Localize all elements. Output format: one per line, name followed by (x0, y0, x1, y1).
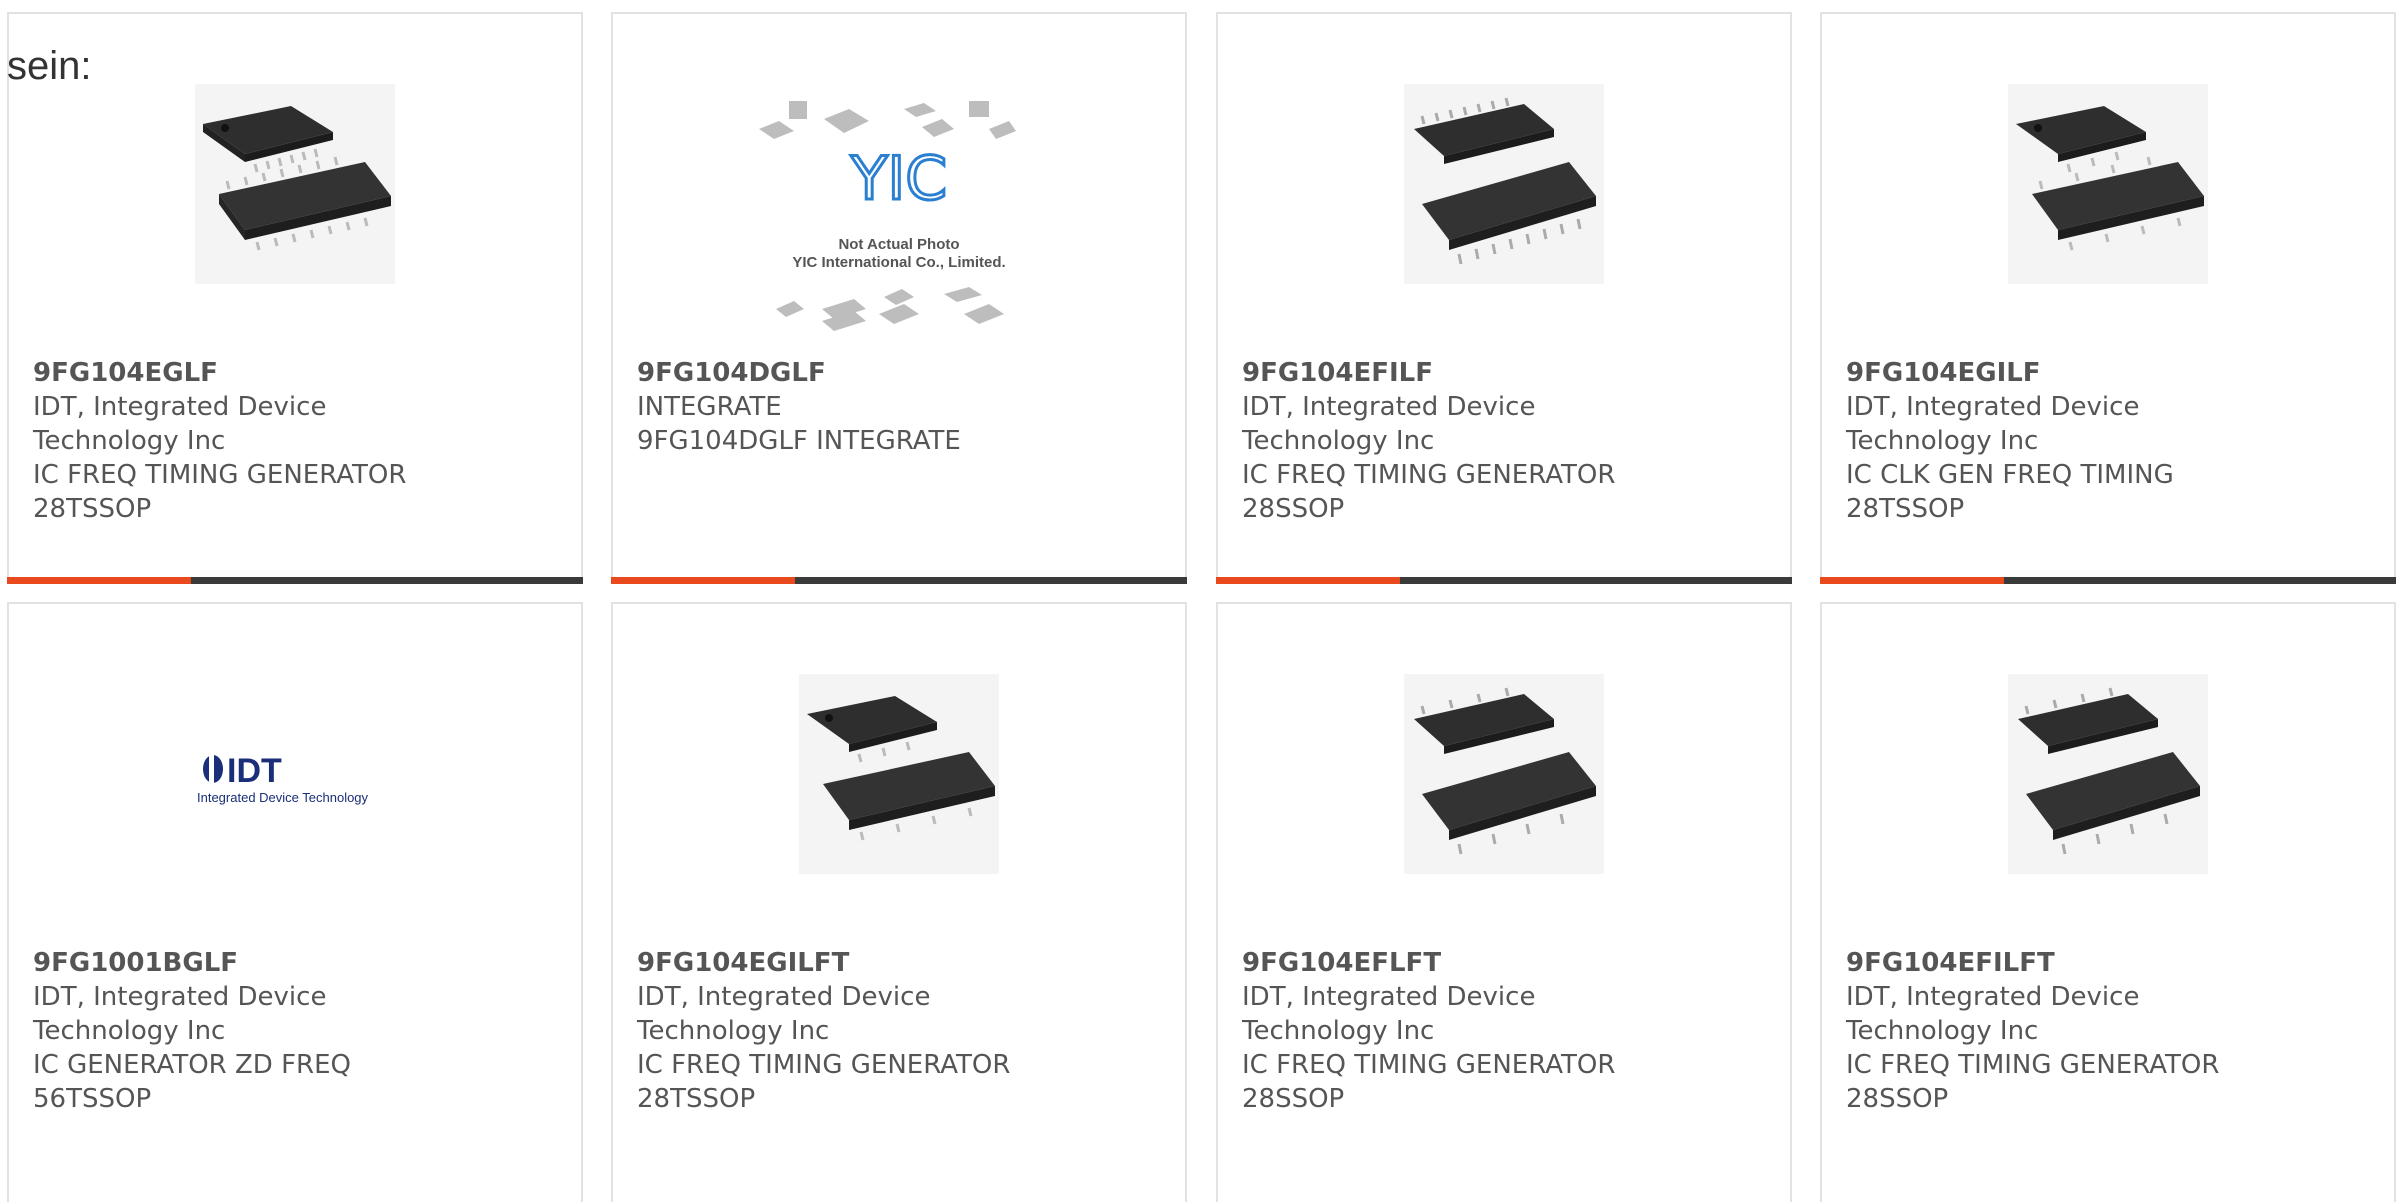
chip-image (2008, 674, 2208, 874)
manufacturer: IDT, Integrated Device Technology Inc (1242, 982, 1536, 1046)
product-image-chip[interactable] (799, 674, 999, 874)
product-image-logo[interactable]: IDT Integrated Device Technology (195, 674, 395, 874)
part-number-link[interactable]: 9FG104EFLFT (1242, 946, 1662, 980)
manufacturer: IDT, Integrated Device Technology Inc (1242, 392, 1536, 456)
manufacturer: IDT, Integrated Device Technology Inc (33, 392, 327, 456)
part-number-link[interactable]: 9FG104EGILFT (637, 946, 1057, 980)
card-accent (1820, 577, 2004, 584)
product-description: IC FREQ TIMING GENERATOR 28SSOP (1242, 1050, 1616, 1114)
product-description: IC FREQ TIMING GENERATOR 28TSSOP (637, 1050, 1011, 1114)
product-card[interactable]: 9FG104EFILF IDT, Integrated Device Techn… (1216, 12, 1792, 584)
product-description: IC FREQ TIMING GENERATOR 28SSOP (1846, 1050, 2220, 1114)
placeholder-line2: YIC International Co., Limited. (792, 254, 1005, 271)
card-bottom-bar (1216, 577, 1792, 584)
product-image-chip[interactable] (2008, 84, 2208, 284)
product-card[interactable]: 9FG104EFILFT IDT, Integrated Device Tech… (1820, 602, 2396, 1202)
idt-logo-text: IDT (227, 752, 282, 790)
product-image-chip[interactable] (2008, 674, 2208, 874)
part-number-link[interactable]: 9FG104EGILF (1846, 356, 2266, 390)
card-accent (611, 577, 795, 584)
product-description: IC GENERATOR ZD FREQ 56TSSOP (33, 1050, 352, 1114)
product-image-chip[interactable] (1404, 84, 1604, 284)
product-card[interactable]: 9FG104EFLFT IDT, Integrated Device Techn… (1216, 602, 1792, 1202)
lead-text: sein: (7, 44, 92, 88)
product-description: IC CLK GEN FREQ TIMING 28TSSOP (1846, 460, 2174, 524)
part-number-link[interactable]: 9FG104EGLF (33, 356, 453, 390)
manufacturer: IDT, Integrated Device Technology Inc (1846, 392, 2140, 456)
chip-image (2008, 84, 2208, 284)
product-card[interactable]: 9FG104EGILFT IDT, Integrated Device Tech… (611, 602, 1187, 1202)
placeholder-line1: Not Actual Photo (838, 236, 959, 253)
product-image-placeholder[interactable]: YIC Not Actual Photo YIC International C… (754, 99, 1044, 359)
part-number-link[interactable]: 9FG104EFILFT (1846, 946, 2266, 980)
manufacturer: IDT, Integrated Device Technology Inc (1846, 982, 2140, 1046)
chip-image (1404, 84, 1604, 284)
chip-image (1404, 674, 1604, 874)
manufacturer: IDT, Integrated Device Technology Inc (33, 982, 327, 1046)
product-grid: 9FG104EGLF IDT, Integrated Device Techno… (7, 12, 2400, 1202)
product-card[interactable]: 9FG104EGILF IDT, Integrated Device Techn… (1820, 12, 2396, 584)
card-bottom-bar (1820, 577, 2396, 584)
product-card[interactable]: YIC Not Actual Photo YIC International C… (611, 12, 1187, 584)
manufacturer: INTEGRATE (637, 392, 782, 422)
yic-logo-icon: YIC (850, 144, 947, 214)
yic-placeholder-image: YIC Not Actual Photo YIC International C… (759, 101, 1016, 331)
product-description: IC FREQ TIMING GENERATOR 28SSOP (1242, 460, 1616, 524)
chip-image (799, 674, 999, 874)
product-description: 9FG104DGLF INTEGRATE (637, 426, 961, 456)
part-number-link[interactable]: 9FG1001BGLF (33, 946, 453, 980)
part-number-link[interactable]: 9FG104DGLF (637, 356, 1057, 390)
chip-image (195, 84, 395, 284)
manufacturer: IDT, Integrated Device Technology Inc (637, 982, 931, 1046)
product-image-chip[interactable] (1404, 674, 1604, 874)
card-accent (1216, 577, 1400, 584)
part-number-link[interactable]: 9FG104EFILF (1242, 356, 1662, 390)
card-accent (7, 577, 191, 584)
idt-logo-icon: IDT Integrated Device Technology (197, 752, 369, 805)
idt-logo-tagline: Integrated Device Technology (197, 790, 369, 805)
card-bottom-bar (611, 577, 1187, 584)
product-description: IC FREQ TIMING GENERATOR 28TSSOP (33, 460, 407, 524)
product-card[interactable]: 9FG104EGLF IDT, Integrated Device Techno… (7, 12, 583, 584)
product-card[interactable]: IDT Integrated Device Technology 9FG1001… (7, 602, 583, 1202)
card-bottom-bar (7, 577, 583, 584)
product-image-chip[interactable] (195, 84, 395, 284)
